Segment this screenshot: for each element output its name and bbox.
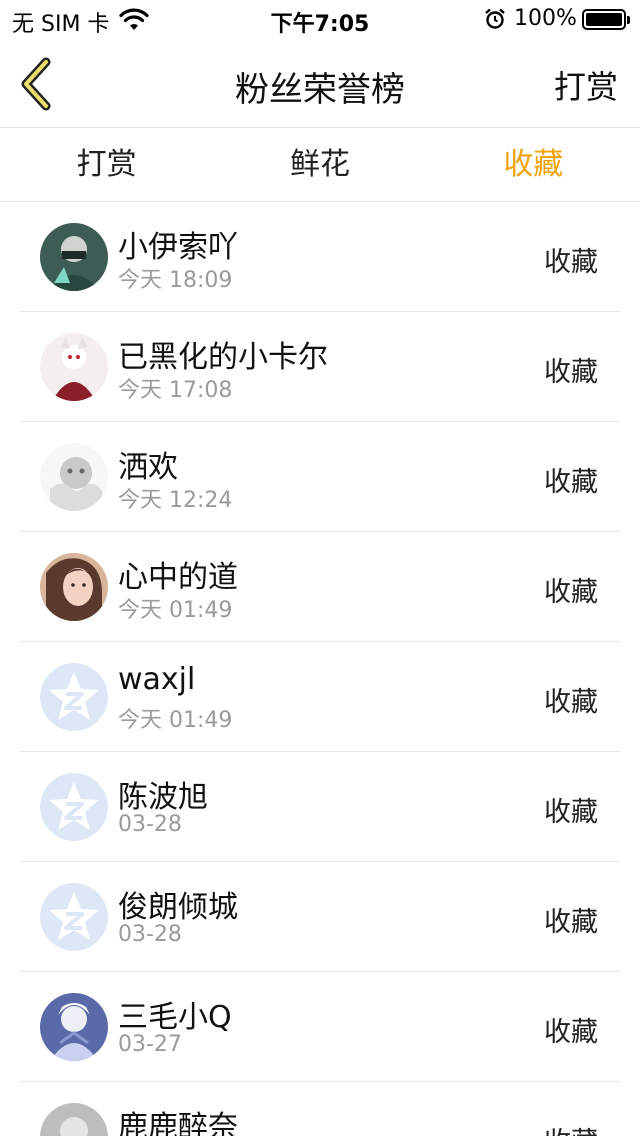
list-item[interactable]: 鹿鹿醉奈 收藏 xyxy=(0,1082,640,1136)
fan-date: 03-27 xyxy=(118,1032,182,1057)
fan-action-label: 收藏 xyxy=(544,687,598,718)
avatar xyxy=(40,1103,108,1136)
fan-action-label: 收藏 xyxy=(544,357,598,388)
fan-name: waxjl xyxy=(118,662,196,697)
fan-name: 已黑化的小卡尔 xyxy=(118,340,328,375)
avatar xyxy=(40,443,108,511)
fan-date: 03-28 xyxy=(118,922,182,947)
reward-button[interactable]: 打赏 xyxy=(554,62,618,108)
fan-name: 鹿鹿醉奈 xyxy=(118,1110,238,1136)
avatar xyxy=(40,553,108,621)
list-item[interactable]: 洒欢 今天 12:24 收藏 xyxy=(0,422,640,532)
fan-date: 03-28 xyxy=(118,812,182,837)
list-item[interactable]: 小伊索吖 今天 18:09 收藏 xyxy=(0,202,640,312)
list-item[interactable]: 已黑化的小卡尔 今天 17:08 收藏 xyxy=(0,312,640,422)
tab-bar: 打赏 鲜花 收藏 xyxy=(0,128,640,202)
fan-action-label: 收藏 xyxy=(544,467,598,498)
fan-date: 今天 01:49 xyxy=(118,598,233,623)
default-avatar-icon xyxy=(40,663,108,731)
fan-action-label: 收藏 xyxy=(544,1017,598,1048)
fan-date: 今天 12:24 xyxy=(118,488,233,513)
tab-reward[interactable]: 打赏 xyxy=(0,128,213,201)
fan-name: 小伊索吖 xyxy=(118,230,238,265)
tab-flowers[interactable]: 鲜花 xyxy=(213,128,426,201)
nav-bar: 粉丝荣誉榜 打赏 xyxy=(0,40,640,128)
fan-action-label: 收藏 xyxy=(544,247,598,278)
fan-name: 心中的道 xyxy=(118,560,238,595)
avatar xyxy=(40,333,108,401)
fan-action-label: 收藏 xyxy=(544,1120,598,1136)
fan-name: 俊朗倾城 xyxy=(118,890,238,925)
default-avatar-icon xyxy=(40,773,108,841)
list-item[interactable]: 俊朗倾城 03-28 收藏 xyxy=(0,862,640,972)
fan-action-label: 收藏 xyxy=(544,577,598,608)
fan-date: 今天 17:08 xyxy=(118,378,233,403)
list-item[interactable]: 心中的道 今天 01:49 收藏 xyxy=(0,532,640,642)
list-item[interactable]: waxjl 今天 01:49 收藏 xyxy=(0,642,640,752)
fan-name: 洒欢 xyxy=(118,450,178,485)
fan-name: 陈波旭 xyxy=(118,780,208,815)
status-bar: 无 SIM 卡 下午7:05 100% xyxy=(0,0,640,40)
battery-percent: 100% xyxy=(514,6,577,31)
fan-date: 今天 18:09 xyxy=(118,268,233,293)
fan-action-label: 收藏 xyxy=(544,797,598,828)
avatar xyxy=(40,223,108,291)
alarm-icon xyxy=(485,8,505,29)
list-item[interactable]: 陈波旭 03-28 收藏 xyxy=(0,752,640,862)
tab-favorites[interactable]: 收藏 xyxy=(427,128,640,201)
battery-icon xyxy=(582,9,630,30)
fan-name: 三毛小Q xyxy=(118,1000,232,1035)
fan-action-label: 收藏 xyxy=(544,907,598,938)
fan-list: 小伊索吖 今天 18:09 收藏 已黑化的小卡尔 今天 17:08 收藏 洒欢 … xyxy=(0,202,640,1136)
avatar xyxy=(40,993,108,1061)
page-title: 粉丝荣誉榜 xyxy=(235,70,405,110)
default-avatar-icon xyxy=(40,883,108,951)
fan-date: 今天 01:49 xyxy=(118,708,233,733)
list-item[interactable]: 三毛小Q 03-27 收藏 xyxy=(0,972,640,1082)
